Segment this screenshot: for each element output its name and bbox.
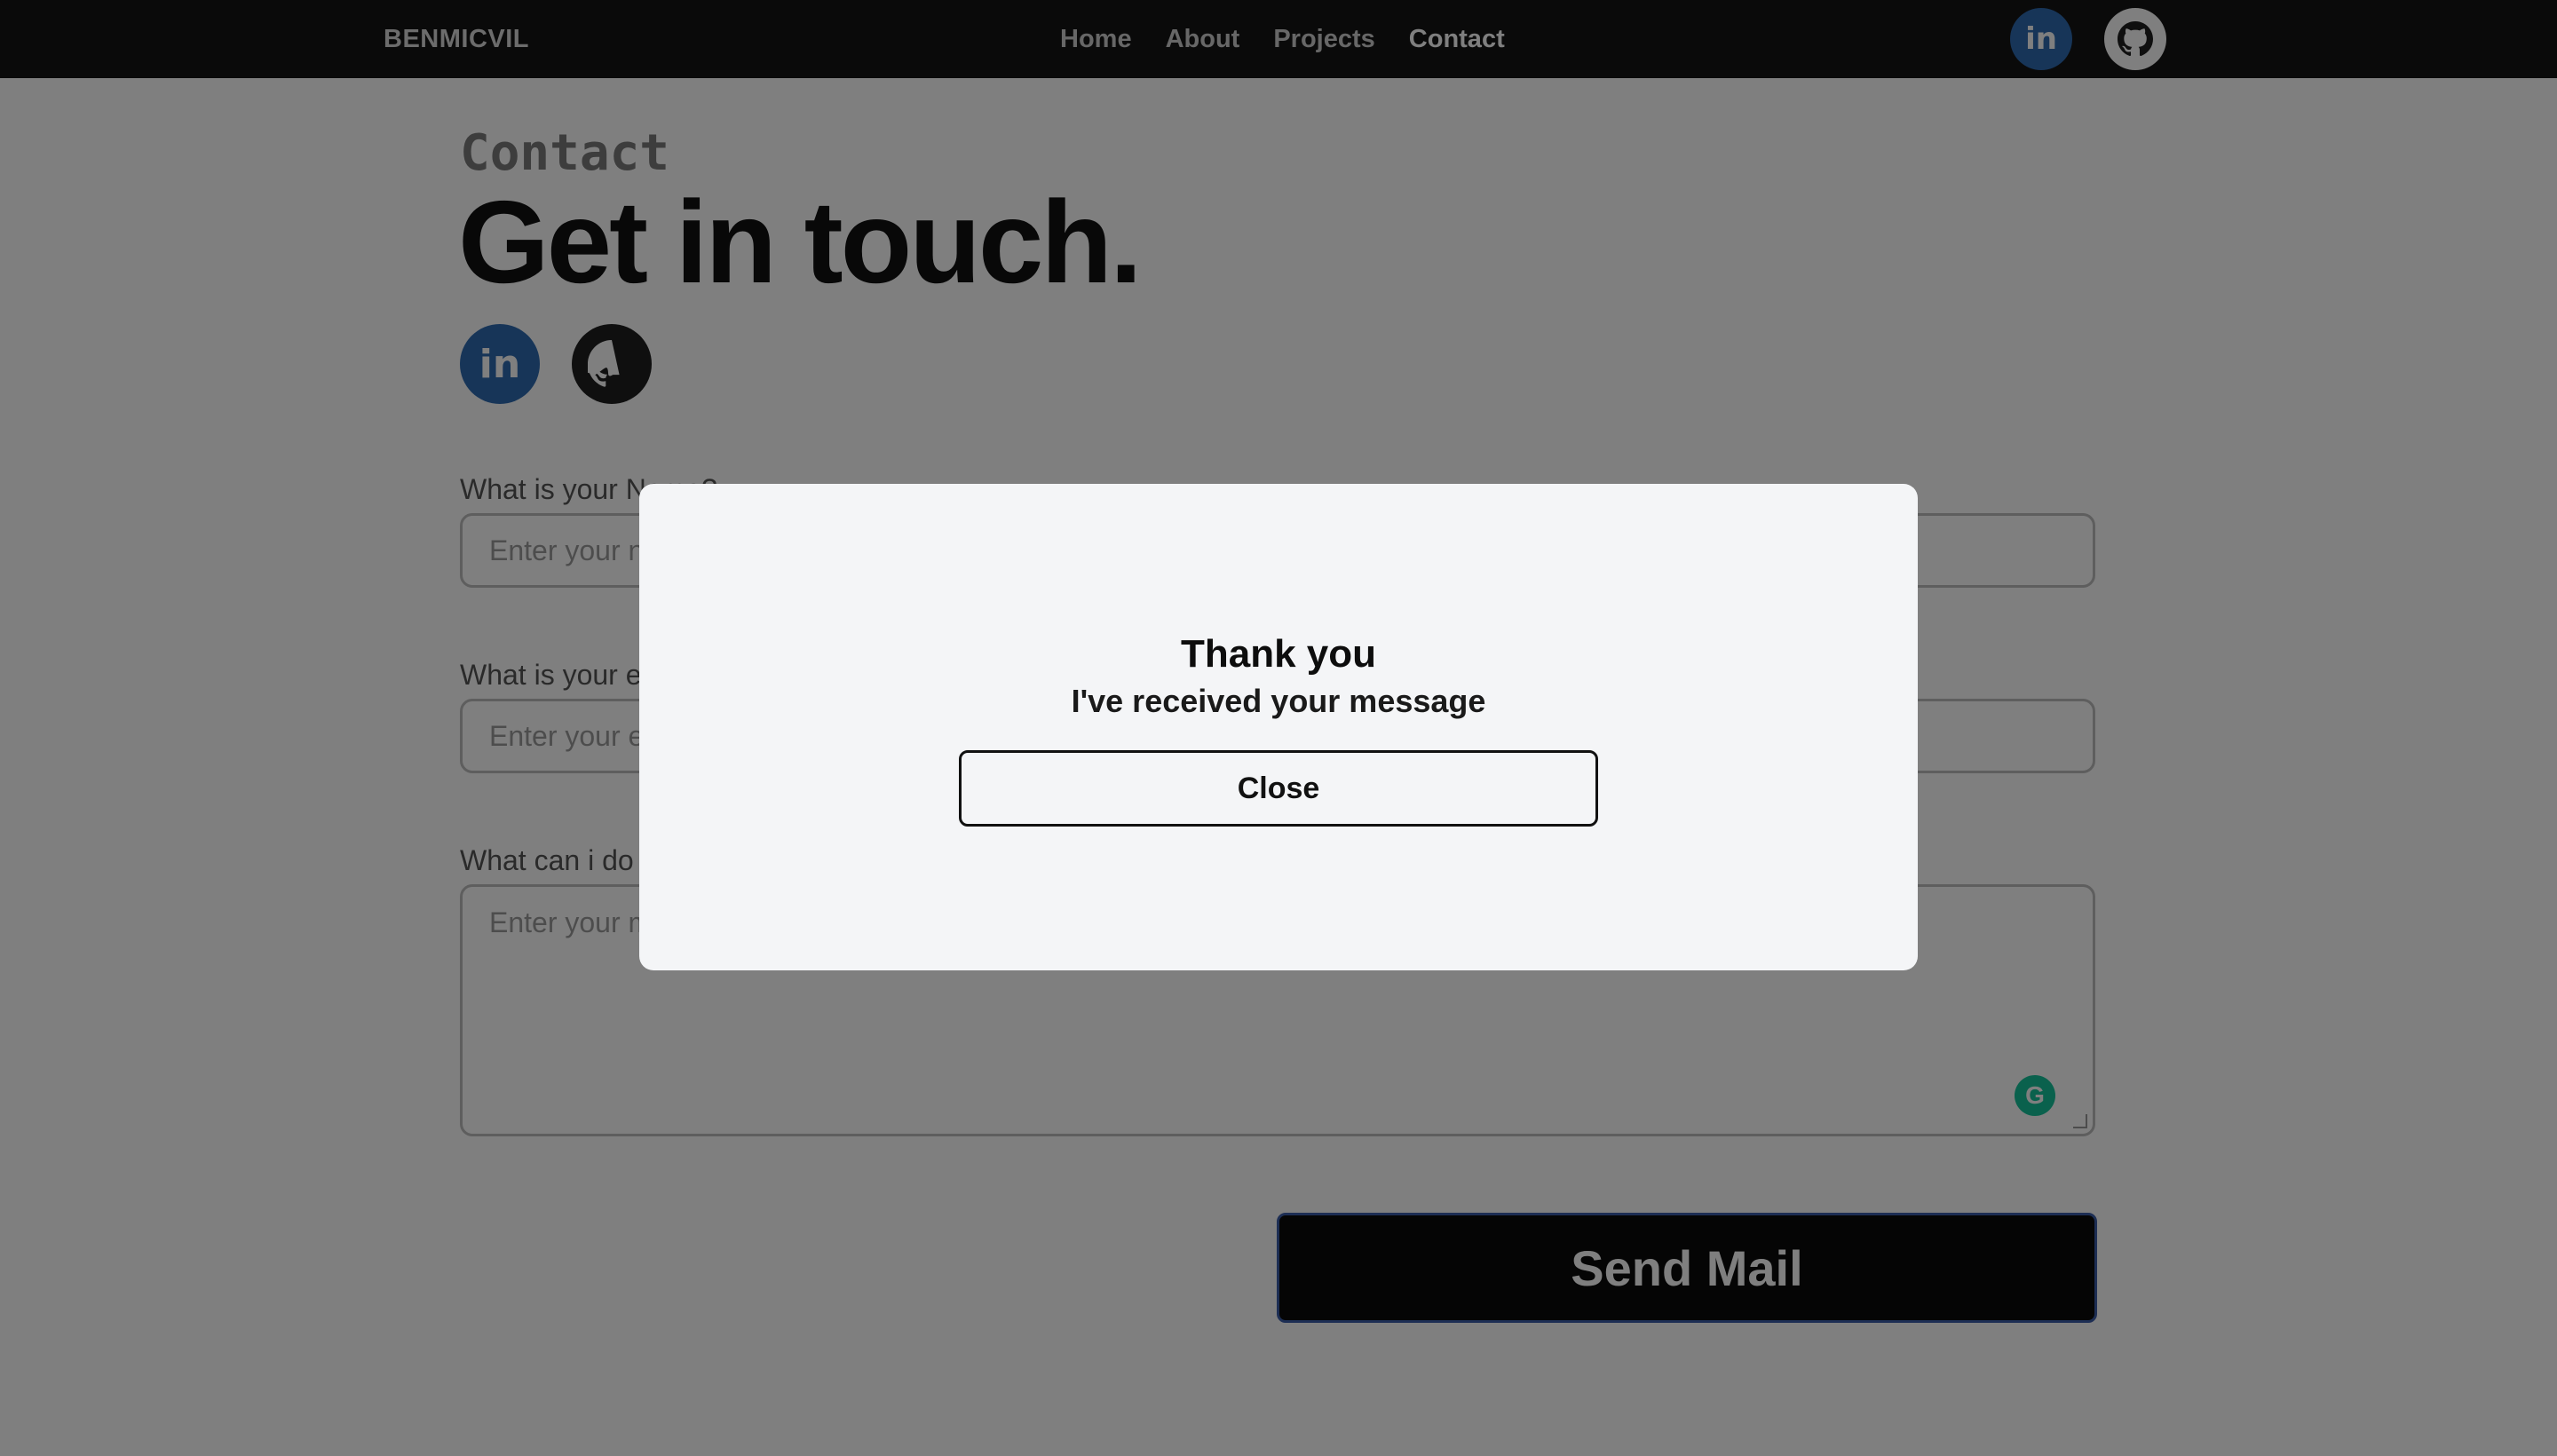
modal-title: Thank you [1180,632,1377,676]
thank-you-modal: Thank you I've received your message Clo… [639,484,1918,970]
close-button[interactable]: Close [959,750,1598,827]
modal-subtitle: I've received your message [1071,683,1486,719]
modal-overlay[interactable]: Thank you I've received your message Clo… [0,0,2557,1456]
